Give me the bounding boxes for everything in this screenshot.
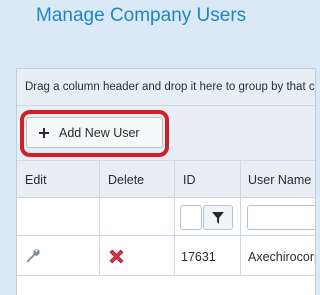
row-username-cell: Axechirocorp: [241, 236, 316, 275]
id-filter-button[interactable]: [203, 205, 233, 230]
row-id: 17631: [181, 250, 216, 264]
group-by-hint: Drag a column header and drop it here to…: [25, 81, 316, 93]
column-header-edit[interactable]: Edit: [17, 161, 100, 197]
filter-icon: [212, 212, 224, 224]
grid-header-row: Edit Delete ID User Name: [17, 161, 315, 198]
add-new-user-label: Add New User: [59, 125, 140, 140]
row-id-cell: 17631: [175, 236, 241, 275]
row-username: Axechirocorp: [248, 250, 316, 264]
page-title: Manage Company Users: [36, 5, 247, 26]
filter-cell-id: [175, 198, 241, 235]
grid-toolbar: Add New User: [17, 106, 315, 161]
table-row: 17631 Axechirocorp: [17, 236, 315, 276]
column-header-username[interactable]: User Name: [241, 161, 315, 197]
grid-filter-row: [17, 198, 315, 236]
column-header-edit-label: Edit: [25, 173, 47, 187]
column-header-delete-label: Delete: [108, 173, 145, 187]
row-edit-cell: [17, 236, 100, 275]
wrench-icon[interactable]: [25, 248, 41, 269]
id-filter-input[interactable]: [180, 205, 202, 230]
group-by-panel[interactable]: Drag a column header and drop it here to…: [17, 69, 315, 106]
username-filter-input[interactable]: [247, 205, 315, 230]
filter-cell-edit: [17, 198, 100, 235]
column-header-id[interactable]: ID: [175, 161, 241, 197]
users-grid: Drag a column header and drop it here to…: [16, 68, 316, 295]
delete-x-icon[interactable]: [108, 248, 125, 270]
column-header-username-label: User Name: [248, 173, 312, 187]
filter-cell-delete: [100, 198, 175, 235]
add-new-user-button[interactable]: Add New User: [26, 117, 163, 148]
filter-cell-username: [241, 198, 315, 235]
plus-icon: [39, 127, 49, 138]
row-delete-cell: [100, 236, 175, 275]
column-header-id-label: ID: [183, 173, 196, 187]
column-header-delete[interactable]: Delete: [100, 161, 175, 197]
